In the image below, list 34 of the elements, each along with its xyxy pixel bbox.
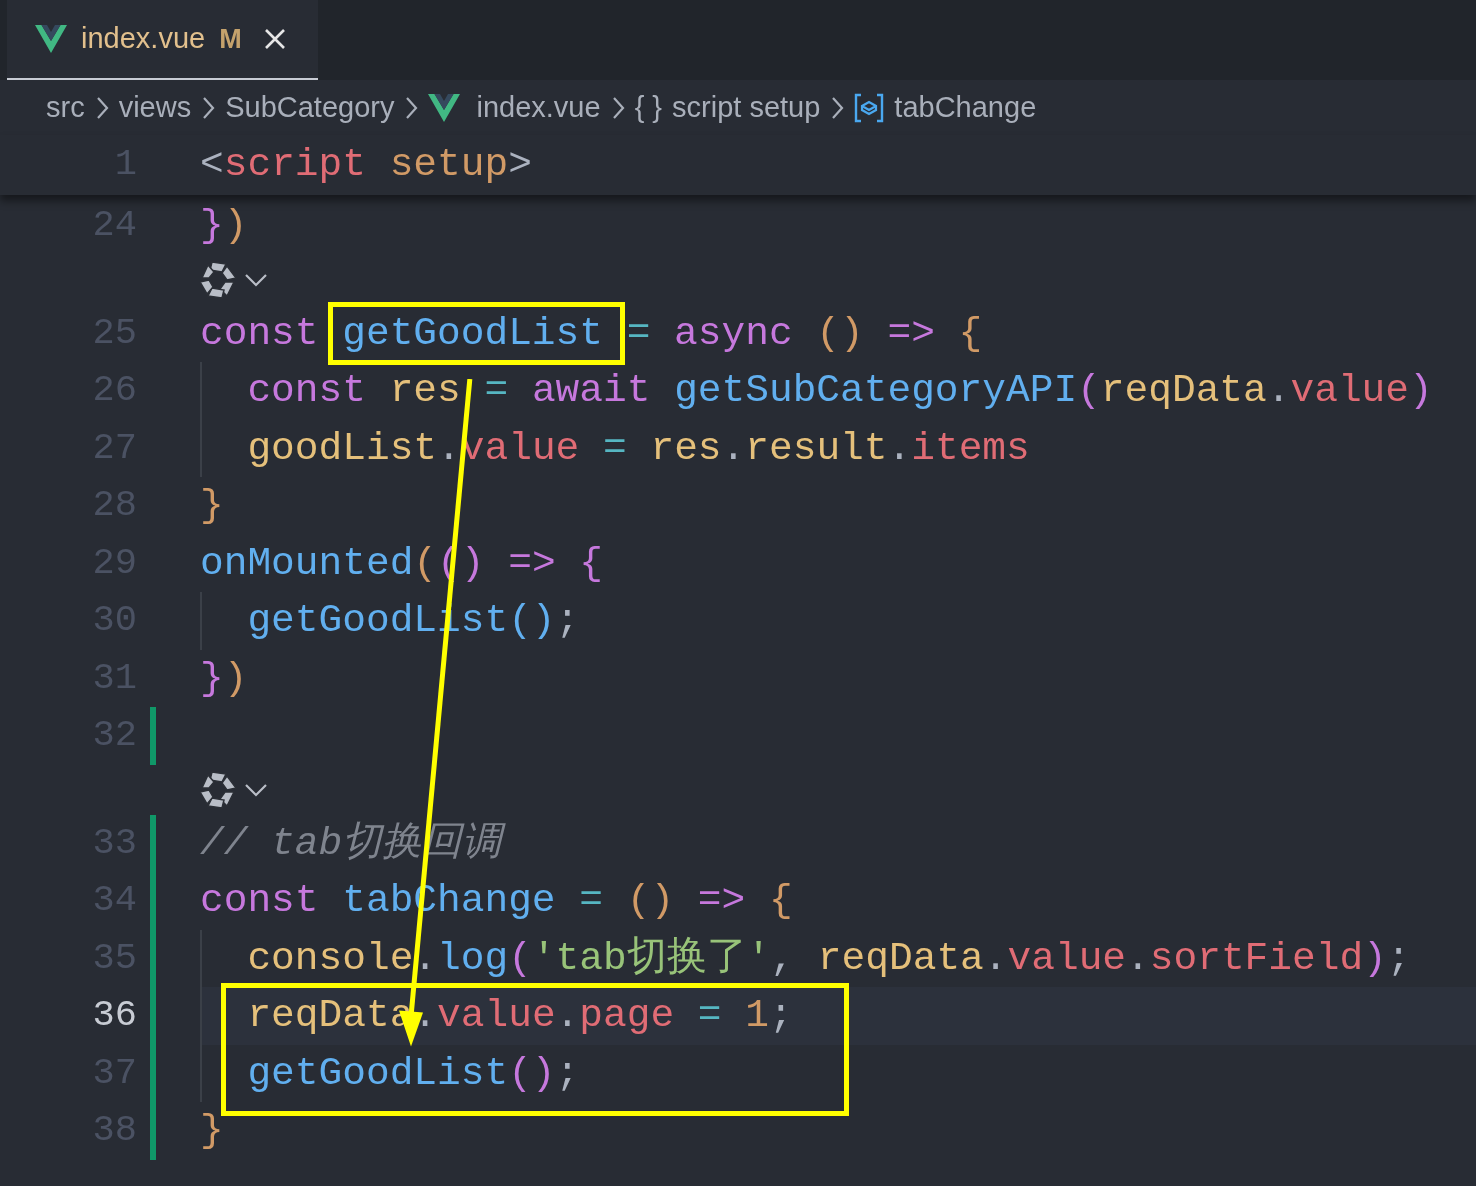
chevron-right-icon [610, 95, 625, 120]
braces-icon: { } [634, 85, 663, 130]
highlighted-code: getGoodList [328, 301, 625, 365]
vue-logo-icon [35, 25, 67, 53]
chevron-right-icon [830, 95, 845, 120]
code-line: }) [200, 202, 248, 251]
code-line: goodList.value = res.result.items [247, 424, 1030, 473]
editor-tab[interactable]: index.vue M [7, 0, 318, 80]
tab-title: index.vue [81, 21, 206, 57]
chevron-down-icon[interactable] [244, 271, 268, 288]
code-line: const res = await getSubCategoryAPI(reqData.value) [247, 367, 1433, 416]
breadcrumb-item[interactable]: views [118, 85, 192, 130]
line-number: 36 [91, 993, 137, 1038]
code-line: const [200, 309, 320, 358]
breadcrumb-item[interactable]: index.vue [476, 85, 601, 130]
code-line: }) [200, 654, 248, 703]
breadcrumb-item[interactable]: tabChange [894, 85, 1037, 130]
code-line: <script setup> [200, 141, 532, 190]
code-line: = async () => { [625, 309, 983, 358]
code-line: } [200, 482, 224, 531]
close-icon[interactable] [263, 28, 286, 50]
symbol-icon [854, 92, 885, 123]
code-line: getGoodList(); [247, 1049, 580, 1098]
chevron-down-icon[interactable] [244, 781, 268, 798]
vue-logo-icon [428, 93, 461, 122]
breadcrumb-item[interactable]: script setup [672, 85, 821, 130]
breadcrumb-item[interactable]: src [46, 85, 85, 130]
chevron-right-icon [94, 95, 109, 120]
breadcrumb-item[interactable]: SubCategory [225, 85, 395, 130]
chevron-right-icon [404, 95, 419, 120]
code-line: } [200, 1107, 224, 1156]
modified-label: M [219, 22, 242, 56]
code-line: console.log('tab切换了', reqData.value.sortField); [247, 934, 1411, 983]
chevron-right-icon [201, 95, 216, 120]
